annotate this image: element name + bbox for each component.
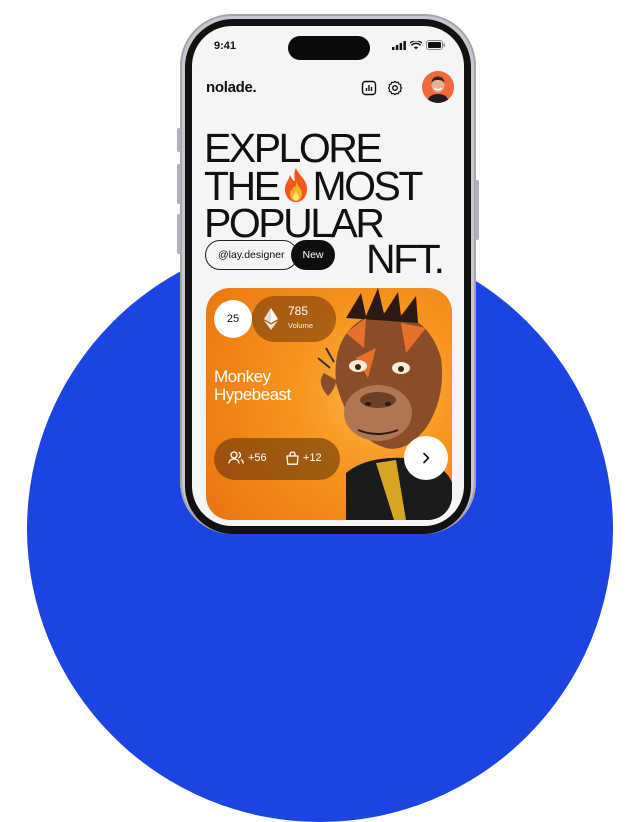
hero-headline: EXPLORE THE MOST POPULAR [204, 125, 423, 244]
rank-badge: 25 [214, 300, 252, 338]
brand-logo[interactable]: nolade. [206, 79, 257, 96]
headline-line-1: EXPLORE [204, 125, 383, 171]
stats-pill: +56 +12 [214, 438, 340, 480]
headline-line-4: NFT. [366, 236, 445, 282]
followers-count: +56 [248, 451, 267, 464]
signal-icon [392, 40, 406, 50]
chevron-right-icon [423, 452, 430, 464]
avatar-portrait [422, 71, 454, 103]
username-tag[interactable]: @lay.designer [205, 240, 298, 270]
fire-icon [284, 168, 307, 202]
status-icons [392, 40, 446, 50]
dynamic-island [288, 36, 370, 60]
volume-value: 785 [288, 304, 309, 318]
users-icon [228, 451, 244, 464]
wifi-icon [410, 40, 422, 49]
phone-volume-up [177, 164, 181, 204]
gear-icon[interactable] [387, 80, 403, 96]
status-bar: 9:41 [192, 26, 464, 66]
volume-label: Volume [288, 321, 314, 330]
app-header: nolade. [206, 71, 454, 105]
open-nft-button[interactable] [404, 436, 448, 480]
nft-card[interactable]: 25 785 Volume Monkey Hypebeast +56 +12 [206, 288, 452, 520]
followers-stat: +56 [228, 451, 267, 464]
nft-title: Monkey Hypebeast [214, 368, 291, 404]
bag-icon [286, 451, 299, 465]
phone-power-button [475, 180, 479, 240]
battery-icon [426, 40, 445, 50]
purchases-count: +12 [303, 452, 322, 464]
new-tag-button[interactable]: New [291, 240, 335, 270]
status-time: 9:41 [214, 40, 237, 52]
avatar[interactable] [422, 71, 454, 103]
chart-icon[interactable] [361, 80, 377, 96]
nft-title-line-1: Monkey [214, 367, 271, 386]
phone-side-button [177, 128, 181, 152]
nft-title-line-2: Hypebeast [214, 385, 291, 404]
volume-pill: 785 Volume [252, 296, 336, 342]
phone-volume-down [177, 214, 181, 254]
app-screen: 9:41 nolade. EXPLORE THE MOST POPULAR NF… [192, 26, 464, 526]
purchases-stat: +12 [286, 451, 322, 465]
ethereum-icon [264, 308, 278, 330]
